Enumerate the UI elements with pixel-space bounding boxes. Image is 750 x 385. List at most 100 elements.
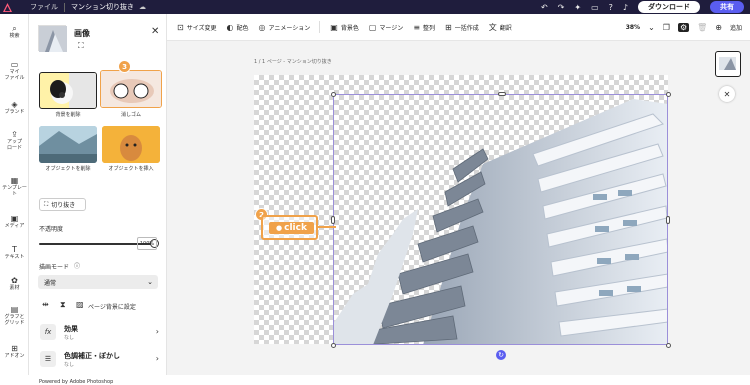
resize-button[interactable]: ⊡ サイズ変更 bbox=[177, 23, 217, 32]
upload-icon: ⇪ bbox=[11, 130, 18, 139]
image-thumbnail bbox=[38, 25, 67, 52]
document-title[interactable]: マンション切り抜き bbox=[71, 2, 134, 12]
trash-icon[interactable]: 🗑 bbox=[697, 23, 707, 32]
chevron-down-icon[interactable]: ⌄ bbox=[648, 23, 655, 32]
layers-icon[interactable]: ❐ bbox=[663, 23, 670, 32]
share-button[interactable]: 共有 bbox=[710, 1, 744, 13]
opacity-label: 不透明度 bbox=[39, 226, 64, 233]
align-button[interactable]: ≡ 整列 bbox=[413, 23, 435, 32]
effects-icon: fx bbox=[40, 324, 56, 340]
nav-item-text[interactable]: T テキスト bbox=[0, 246, 29, 261]
page-label: 1 / 1 ページ - マンション切り抜き bbox=[254, 59, 332, 65]
blend-mode-label: 描画モード bbox=[39, 264, 70, 271]
bulk-create-button[interactable]: ⊞ 一括作成 bbox=[445, 23, 479, 32]
nav-item-search[interactable]: ⌕ 検索 bbox=[0, 25, 29, 40]
cloud-icon: ☁ bbox=[139, 3, 146, 11]
nav-item-templates[interactable]: ▦ テンプレート bbox=[0, 176, 29, 198]
app-topbar: ファイル マンション切り抜き ☁ ↶ ↷ ✦ ▭ ? ♪ ダウンロード 共有 bbox=[0, 0, 750, 14]
bulk-create-icon: ⊞ bbox=[445, 22, 452, 32]
left-nav: ⌕ 検索 ▭ マイ ファイル ◈ ブランド ⇪ アップ ロード ▦ テンプレート ▣ メディ… bbox=[0, 14, 29, 375]
page-thumbnail[interactable] bbox=[715, 51, 741, 77]
animation-icon: ◎ bbox=[258, 22, 266, 32]
nav-item-upload[interactable]: ⇪ アップ ロード bbox=[0, 130, 29, 152]
folder-icon: ▭ bbox=[10, 60, 19, 69]
add-icon[interactable]: ⊕ bbox=[715, 23, 722, 32]
resize-handle[interactable] bbox=[498, 92, 506, 96]
resize-handle[interactable] bbox=[331, 343, 336, 348]
undo-icon[interactable]: ↶ bbox=[541, 3, 548, 12]
properties-icon[interactable]: ⚙ bbox=[677, 23, 690, 32]
click-label: ● click bbox=[269, 222, 314, 234]
powered-by-label: Powered by Adobe Photoshop bbox=[39, 379, 114, 385]
adjustments-row[interactable]: ☰ 色調補正・ぼかし なし › bbox=[38, 348, 163, 370]
insert-object-label: オブジェクトを挿入 bbox=[108, 166, 154, 172]
background-color-button[interactable]: ▣ 背景色 bbox=[330, 23, 359, 32]
nav-item-charts[interactable]: ▤ グラフと グリッド bbox=[0, 306, 29, 327]
resize-handle[interactable] bbox=[331, 216, 335, 224]
remove-object-label: オブジェクトを削除 bbox=[45, 166, 91, 172]
addon-icon: ⊞ bbox=[11, 344, 18, 353]
crop-button[interactable]: ⛶ 切り抜き bbox=[39, 198, 86, 211]
nav-item-media[interactable]: ▣ メディア bbox=[0, 215, 29, 230]
info-icon[interactable]: ⓘ bbox=[74, 261, 80, 270]
flip-vertical-icon[interactable]: ⧗ bbox=[60, 300, 66, 310]
resize-handle[interactable] bbox=[666, 92, 671, 97]
panel-title: 画像 bbox=[74, 29, 90, 38]
resize-handle[interactable] bbox=[666, 216, 670, 224]
set-page-background-link[interactable]: ページ背景に設定 bbox=[88, 302, 136, 311]
animation-button[interactable]: ◎ アニメーション bbox=[259, 23, 311, 32]
translate-button[interactable]: 文翻訳 bbox=[489, 22, 512, 33]
background-icon: ▣ bbox=[330, 22, 338, 32]
resize-handle[interactable] bbox=[666, 343, 671, 348]
chevron-down-icon: ⌄ bbox=[147, 278, 153, 286]
click-annotation: ● click bbox=[261, 215, 318, 240]
set-background-icon[interactable]: ▨ bbox=[76, 300, 84, 309]
redo-icon[interactable]: ↷ bbox=[558, 3, 565, 12]
flip-horizontal-icon[interactable]: ⇹ bbox=[42, 300, 49, 309]
resize-icon: ⊡ bbox=[177, 22, 184, 32]
remove-background-card[interactable] bbox=[39, 72, 97, 109]
mouse-icon: ● bbox=[276, 224, 283, 232]
effects-row[interactable]: fx 効果 なし › bbox=[38, 321, 163, 343]
canvas-toolbar: ⊡ サイズ変更 ◐ 配色 ◎ アニメーション ▣ 背景色 ▢ マージン ≡ 整列 ⊞ 一括作成… bbox=[167, 14, 750, 41]
elements-icon: ✿ bbox=[11, 276, 18, 285]
opacity-value-field[interactable]: 100% bbox=[137, 237, 157, 250]
zoom-level[interactable]: 38% bbox=[626, 24, 640, 31]
palette-icon: ◐ bbox=[226, 22, 234, 32]
download-button[interactable]: ダウンロード bbox=[638, 1, 700, 13]
insert-object-card[interactable] bbox=[102, 126, 160, 163]
blend-mode-select[interactable]: 通常 ⌄ bbox=[38, 275, 158, 289]
template-icon: ▦ bbox=[10, 176, 19, 185]
nav-item-addons[interactable]: ⊞ アドオン bbox=[0, 344, 29, 360]
comment-icon[interactable]: ▭ bbox=[591, 3, 599, 12]
crop-shape-icon[interactable]: ⛶ bbox=[78, 41, 84, 51]
nav-item-elements[interactable]: ✿ 素材 bbox=[0, 276, 29, 292]
close-icon[interactable]: ✕ bbox=[719, 86, 735, 102]
color-scheme-button[interactable]: ◐ 配色 bbox=[227, 23, 249, 32]
resize-handle[interactable] bbox=[331, 92, 336, 97]
nav-item-my-files[interactable]: ▭ マイ ファイル bbox=[0, 60, 29, 82]
lightbulb-icon[interactable]: ✦ bbox=[574, 3, 581, 12]
divider bbox=[319, 21, 321, 33]
divider bbox=[64, 2, 65, 12]
nav-item-brand[interactable]: ◈ ブランド bbox=[0, 100, 29, 116]
image-panel: 画像 ⛶ ✕ 背景を削除 消しゴム 3 オブジェクトを削除 オブジェクトを挿入 … bbox=[29, 14, 167, 385]
remove-object-card[interactable] bbox=[39, 126, 97, 163]
close-icon[interactable]: ✕ bbox=[151, 26, 159, 37]
file-menu[interactable]: ファイル bbox=[30, 2, 58, 12]
selection-box[interactable] bbox=[333, 94, 668, 345]
align-icon: ≡ bbox=[413, 22, 421, 32]
adjustments-icon: ☰ bbox=[40, 351, 56, 367]
rotate-icon[interactable]: ↻ bbox=[496, 350, 506, 360]
step-3-badge: 3 bbox=[118, 60, 131, 73]
chevron-right-icon: › bbox=[155, 327, 159, 336]
margin-button[interactable]: ▢ マージン bbox=[369, 23, 403, 32]
help-icon[interactable]: ? bbox=[609, 3, 613, 12]
notification-icon[interactable]: ♪ bbox=[623, 3, 628, 12]
margin-icon: ▢ bbox=[368, 22, 377, 32]
adobe-express-logo-icon[interactable] bbox=[0, 0, 14, 14]
add-button[interactable]: 追加 bbox=[730, 23, 742, 32]
brand-icon: ◈ bbox=[11, 100, 18, 109]
eraser-card[interactable] bbox=[100, 70, 162, 108]
annotation-leader-line bbox=[318, 226, 336, 228]
